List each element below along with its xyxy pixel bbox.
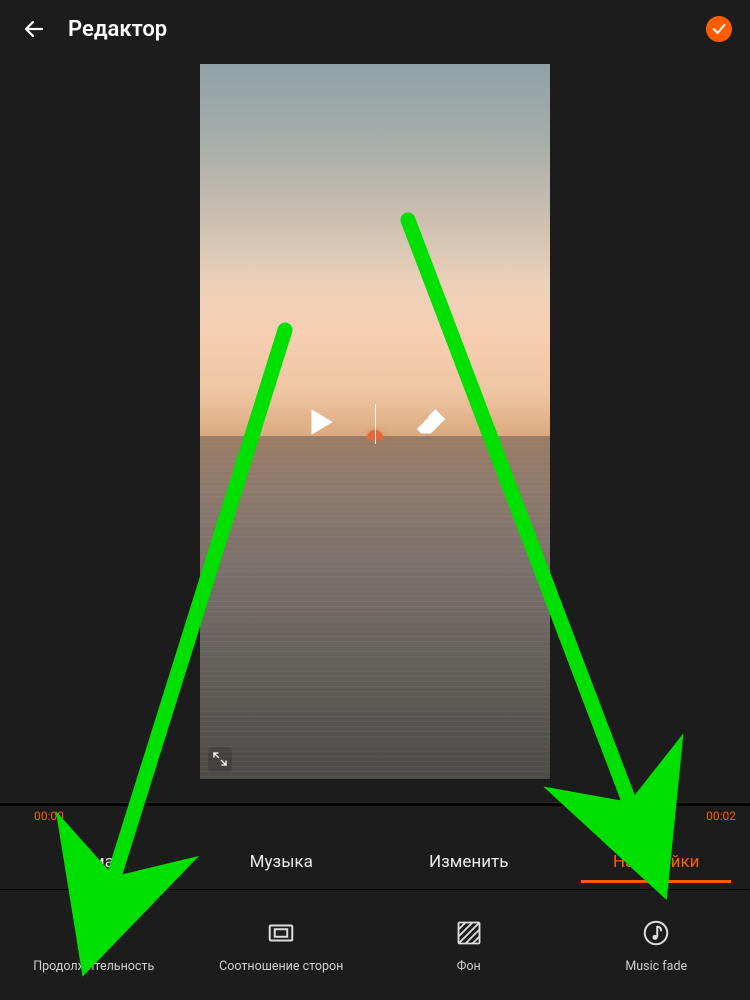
back-button[interactable] (18, 13, 50, 45)
play-button[interactable] (299, 401, 341, 443)
overlay-divider (375, 404, 376, 444)
tab-edit[interactable]: Изменить (375, 842, 563, 882)
checkmark-icon (711, 21, 727, 37)
confirm-button[interactable] (706, 16, 732, 42)
music-fade-icon (640, 917, 672, 949)
option-label: Соотношение сторон (219, 959, 343, 974)
timeline-track[interactable] (0, 802, 750, 806)
option-background[interactable]: Фон (375, 917, 563, 974)
timeline-start-time: 00:00 (34, 809, 64, 823)
tab-label: Настройки (613, 852, 700, 872)
tab-theme[interactable]: Тема (0, 842, 188, 882)
eraser-button[interactable] (410, 401, 452, 443)
option-label: Продолжительность (33, 959, 154, 974)
timeline[interactable]: 00:00 00:02 (0, 798, 750, 834)
timeline-end-time: 00:02 (706, 809, 736, 823)
clock-icon (78, 917, 110, 949)
tab-music[interactable]: Музыка (188, 842, 376, 882)
option-duration[interactable]: Продолжительность (0, 917, 188, 974)
timeline-progress-dot (594, 800, 601, 807)
option-music-fade[interactable]: Music fade (563, 917, 750, 974)
app-header: Редактор (0, 0, 750, 58)
expand-icon (212, 751, 228, 767)
preview-image (200, 436, 550, 779)
option-label: Фон (457, 959, 481, 974)
video-preview[interactable] (200, 64, 550, 779)
tab-label: Музыка (250, 852, 313, 872)
eraser-icon (414, 405, 448, 439)
page-title: Редактор (68, 17, 706, 42)
aspect-ratio-icon (265, 917, 297, 949)
preview-overlay (200, 400, 550, 444)
tab-label: Тема (74, 852, 114, 872)
background-icon (453, 917, 485, 949)
fullscreen-button[interactable] (208, 747, 232, 771)
option-label: Music fade (625, 959, 687, 974)
play-icon (303, 405, 337, 439)
preview-area (0, 58, 750, 798)
tab-settings[interactable]: Настройки (563, 842, 750, 882)
options-bar: Продолжительность Соотношение сторон Фон… (0, 890, 750, 1000)
tab-bar: Тема Музыка Изменить Настройки (0, 834, 750, 890)
preview-image (200, 64, 550, 436)
option-aspect-ratio[interactable]: Соотношение сторон (188, 917, 376, 974)
tab-label: Изменить (429, 852, 508, 872)
arrow-left-icon (22, 17, 46, 41)
